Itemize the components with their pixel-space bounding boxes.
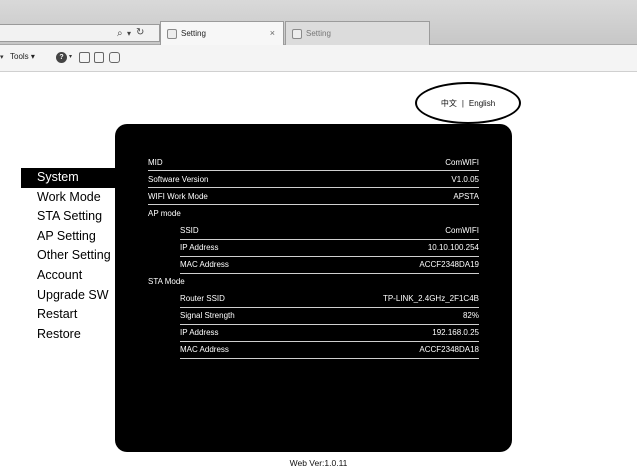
info-label: MID xyxy=(148,158,163,167)
tab-label: Setting xyxy=(306,29,331,38)
section-title: AP mode xyxy=(148,209,181,218)
tools-menu[interactable]: Tools ▾ xyxy=(10,52,35,61)
lang-separator: | xyxy=(461,98,464,108)
settings-icon[interactable] xyxy=(109,52,120,63)
info-row-ap-ip-address: IP Address 10.10.100.254 xyxy=(148,239,479,257)
help-icon[interactable]: ? xyxy=(56,52,67,63)
info-row-software-version: Software Version V1.0.05 xyxy=(148,171,479,188)
section-title: STA Mode xyxy=(148,277,185,286)
chevron-down-icon[interactable]: ▾ xyxy=(127,28,131,40)
info-value: 192.168.0.25 xyxy=(432,328,479,337)
info-label: Signal Strength xyxy=(180,311,235,320)
language-switch: 中文 | English xyxy=(415,82,521,124)
tab-setting-active[interactable]: Setting × xyxy=(160,21,284,45)
info-label: MAC Address xyxy=(180,345,229,354)
info-value: ACCF2348DA18 xyxy=(419,345,479,354)
section-heading-ap-mode: AP mode xyxy=(148,205,479,222)
info-value: TP-LINK_2.4GHz_2F1C4B xyxy=(382,294,479,303)
lang-chinese-link[interactable]: 中文 xyxy=(441,98,457,109)
section-heading-sta-mode: STA Mode xyxy=(148,273,479,290)
chevron-down-icon[interactable]: ▾ xyxy=(69,53,72,60)
tab-setting[interactable]: Setting xyxy=(285,21,430,45)
info-label: SSID xyxy=(180,226,199,235)
search-icon[interactable]: ⌕ xyxy=(117,28,123,40)
info-row-ap-ssid: SSID ComWIFI xyxy=(148,222,479,240)
info-row-signal-strength: Signal Strength 82% xyxy=(148,307,479,325)
web-version-label: Web Ver:1.0.11 xyxy=(289,458,348,468)
rss-icon[interactable] xyxy=(94,52,104,63)
info-label: Software Version xyxy=(148,175,209,184)
refresh-icon[interactable]: ↻ xyxy=(136,27,144,39)
info-value: 10.10.100.254 xyxy=(427,243,479,252)
feedback-icon[interactable] xyxy=(79,52,90,63)
page-favicon-icon xyxy=(292,28,302,39)
chevron-down-icon[interactable]: ▾ xyxy=(0,53,4,61)
info-value: APSTA xyxy=(453,192,479,201)
info-value: 82% xyxy=(462,311,479,320)
info-label: IP Address xyxy=(180,328,219,337)
lang-english-link[interactable]: English xyxy=(469,99,495,108)
browser-command-bar: ▾ Tools ▾ ? ▾ xyxy=(0,45,637,72)
info-label: IP Address xyxy=(180,243,219,252)
info-row-router-ssid: Router SSID TP-LINK_2.4GHz_2F1C4B xyxy=(148,290,479,308)
info-value: ComWIFI xyxy=(445,226,479,235)
info-row-mid: MID ComWIFI xyxy=(148,154,479,171)
info-value: ComWIFI xyxy=(445,158,479,167)
info-row-sta-mac-address: MAC Address ACCF2348DA18 xyxy=(148,341,479,359)
info-row-ap-mac-address: MAC Address ACCF2348DA19 xyxy=(148,256,479,274)
info-value: V1.0.05 xyxy=(451,175,479,184)
close-icon[interactable]: × xyxy=(270,28,275,38)
info-label: MAC Address xyxy=(180,260,229,269)
tab-label: Setting xyxy=(181,29,206,38)
info-value: ACCF2348DA19 xyxy=(419,260,479,269)
page-favicon-icon xyxy=(167,28,177,39)
info-label: WIFI Work Mode xyxy=(148,192,208,201)
info-row-sta-ip-address: IP Address 192.168.0.25 xyxy=(148,324,479,342)
info-label: Router SSID xyxy=(180,294,225,303)
info-row-wifi-work-mode: WIFI Work Mode APSTA xyxy=(148,188,479,205)
